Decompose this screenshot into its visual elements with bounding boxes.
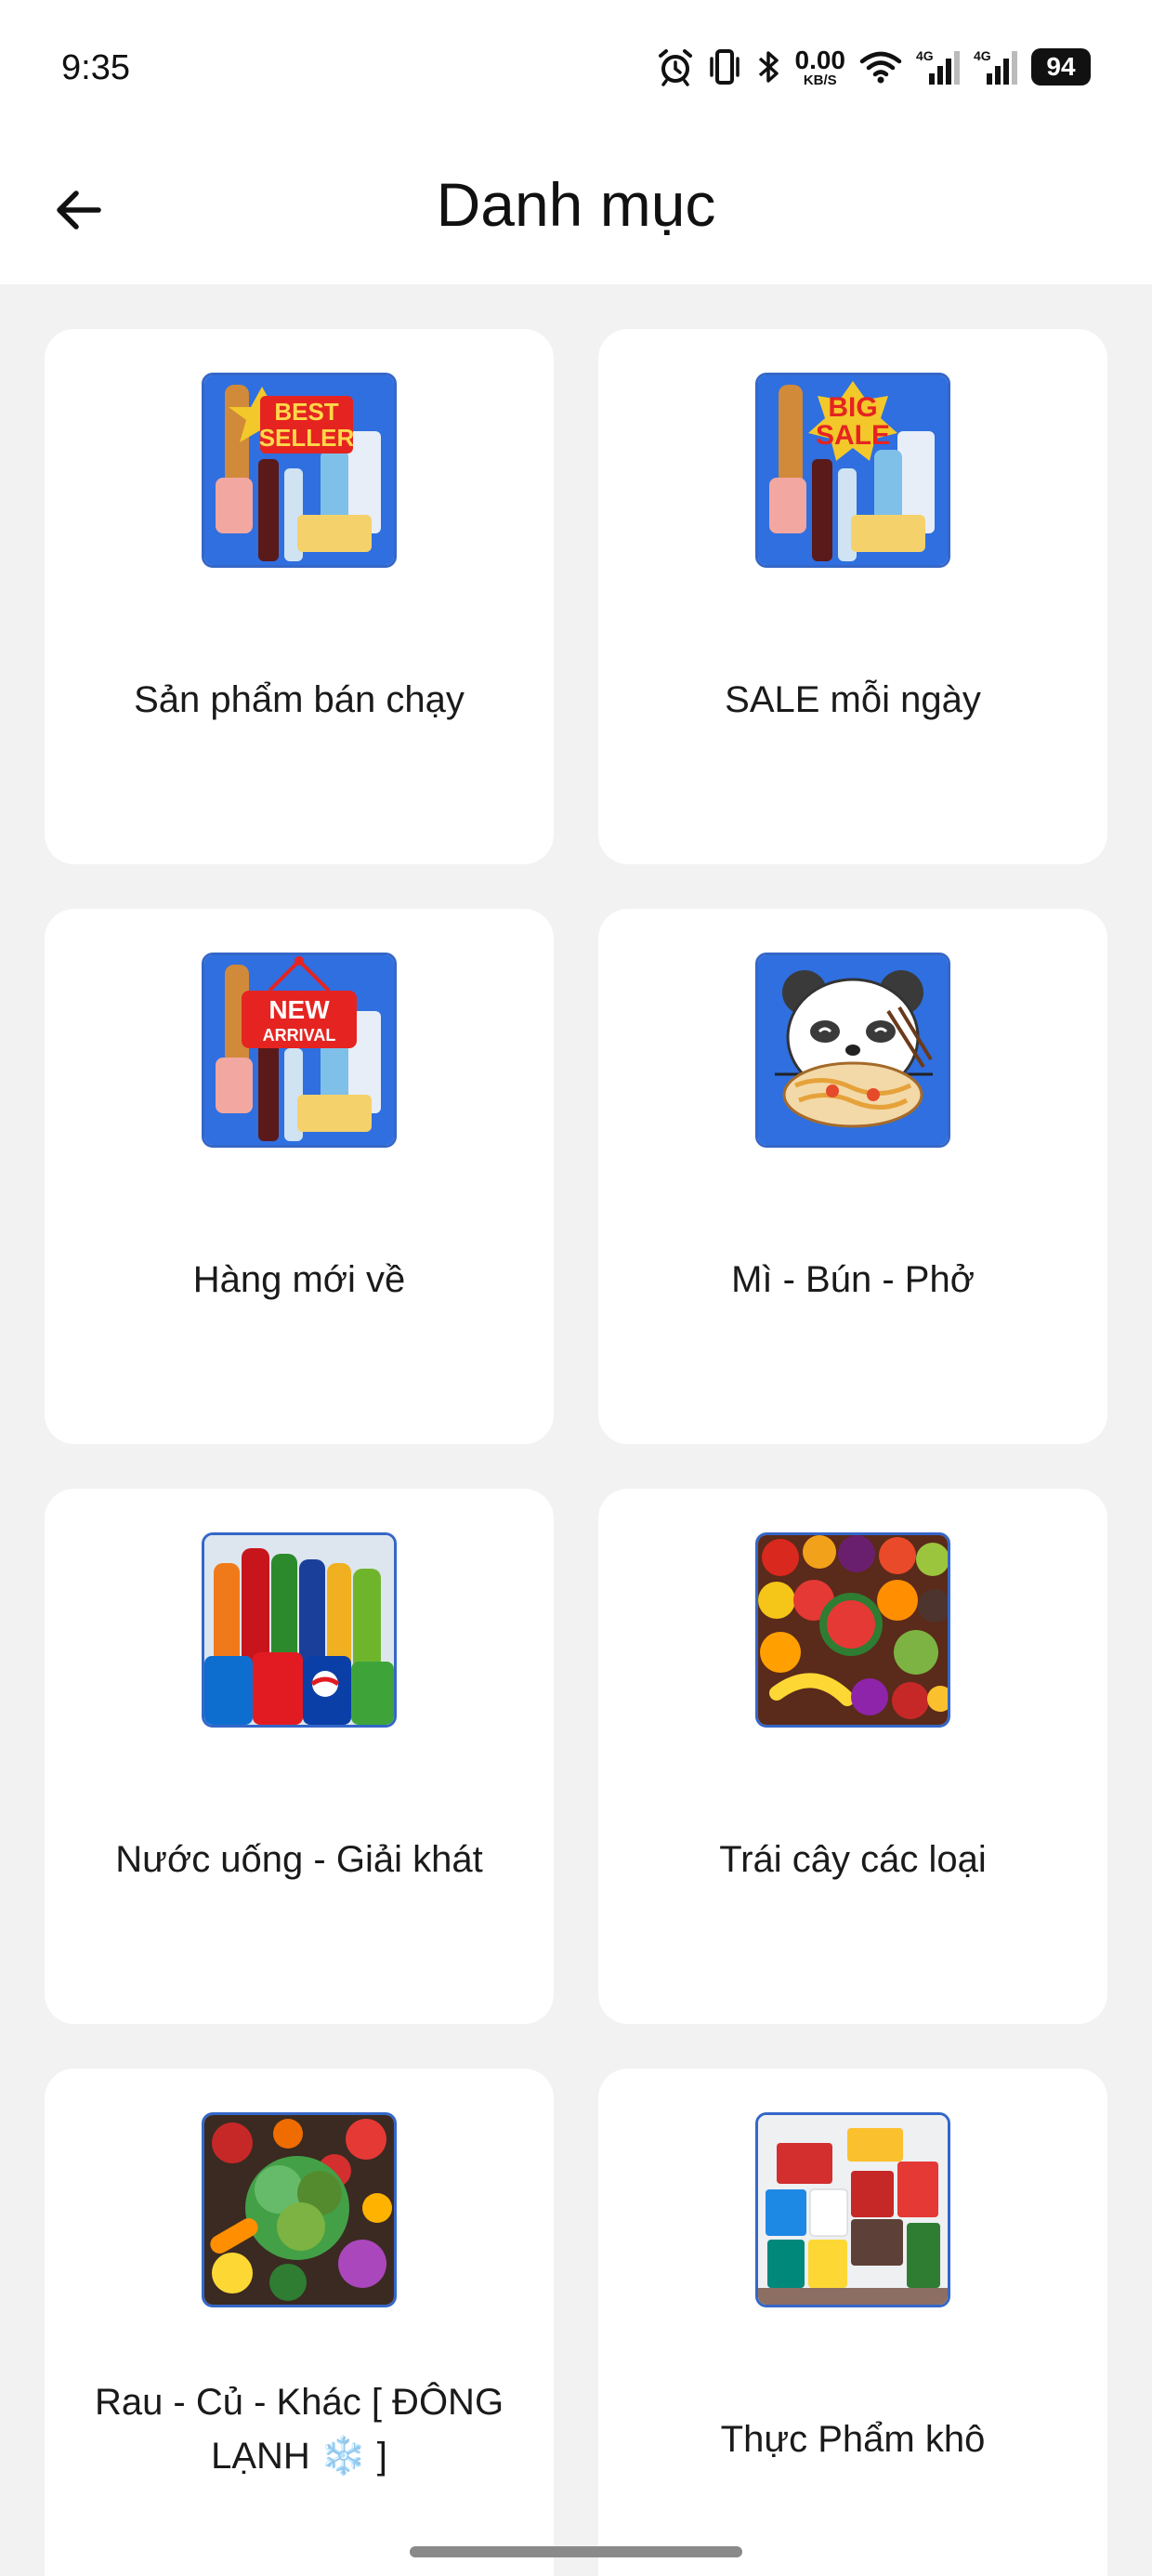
bluetooth-icon (754, 47, 782, 86)
big-sale-text-2: SALE (816, 420, 890, 451)
battery-indicator: 94 (1031, 48, 1091, 85)
category-card-dry-food[interactable]: Thực Phẩm khô (598, 2069, 1107, 2576)
wifi-icon (858, 48, 903, 85)
network-speed-unit: KB/S (803, 72, 837, 88)
page-title: Danh mục (436, 170, 716, 239)
new-arrival-text-1: NEW (268, 995, 330, 1024)
category-label: SALE mỗi ngày (725, 679, 981, 720)
status-icons: 0.00 KB/S 4G 4G 94 (656, 41, 1091, 93)
soft-drinks-thumbnail (202, 1532, 397, 1728)
category-label: Rau - Củ - Khác [ ĐÔNG LẠNH ❄️ ] (94, 2382, 504, 2477)
big-sale-text-1: BIG (828, 392, 877, 423)
status-time: 9:35 (61, 48, 130, 87)
category-card-vegetables[interactable]: Rau - Củ - Khác [ ĐÔNG LẠNH ❄️ ] (45, 2069, 554, 2576)
new-arrival-text-2: ARRIVAL (263, 1026, 336, 1045)
category-card-fruits[interactable]: Trái cây các loại (598, 1489, 1107, 2024)
category-card-drinks[interactable]: Nước uống - Giải khát (45, 1489, 554, 2024)
network-speed-value: 0.00 (794, 45, 846, 74)
screen: 9:35 0.00 KB/S 4G 4G 94 Danh mục BEST SE… (0, 0, 1152, 2576)
best-seller-text-2: SELLER (259, 424, 355, 452)
home-indicator[interactable] (410, 2546, 742, 2557)
vegetables-thumbnail (202, 2112, 397, 2307)
signal-icon-2: 4G (974, 47, 1018, 86)
best-seller-text-1: BEST (274, 398, 338, 426)
network-speed: 0.00 KB/S (794, 45, 846, 88)
category-card-noodles[interactable]: Mì - Bún - Phở (598, 909, 1107, 1444)
best-seller-thumbnail: BEST SELLER (202, 373, 397, 568)
category-label: Nước uống - Giải khát (115, 1839, 483, 1880)
new-arrival-thumbnail: NEW ARRIVAL (202, 953, 397, 1148)
category-card-sale[interactable]: BIG SALE SALE mỗi ngày (598, 329, 1107, 864)
category-card-best-seller[interactable]: BEST SELLER Sản phẩm bán chạy (45, 329, 554, 864)
signal-icon-1: 4G (916, 47, 961, 86)
category-label: Sản phẩm bán chạy (134, 679, 465, 720)
alarm-icon (656, 47, 695, 86)
category-label: Mì - Bún - Phở (731, 1259, 975, 1300)
status-bar: 9:35 0.00 KB/S 4G 4G 94 (0, 0, 1152, 139)
signal-1-label: 4G (916, 48, 934, 63)
fruits-thumbnail (755, 1532, 950, 1728)
top-bar: 9:35 0.00 KB/S 4G 4G 94 Danh mục (0, 0, 1152, 284)
panda-noodles-thumbnail (755, 953, 950, 1148)
signal-2-label: 4G (974, 48, 991, 63)
category-label: Hàng mới về (192, 1259, 406, 1300)
category-label: Trái cây các loại (719, 1839, 987, 1880)
dry-food-thumbnail (755, 2112, 950, 2307)
big-sale-thumbnail: BIG SALE (755, 373, 950, 568)
category-card-new-arrival[interactable]: NEW ARRIVAL Hàng mới về (45, 909, 554, 1444)
category-label: Thực Phẩm khô (720, 2419, 986, 2460)
vibrate-icon (708, 47, 741, 86)
header: Danh mục (0, 139, 1152, 284)
